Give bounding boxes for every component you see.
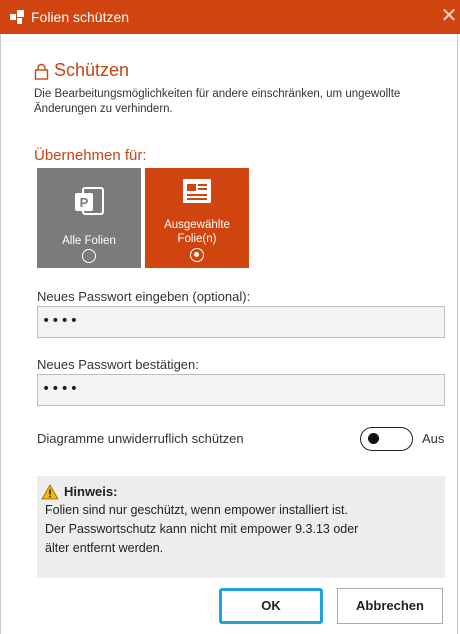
hint-title: Hinweis: [64, 484, 118, 499]
hint-line: Der Passwortschutz kann nicht mit empowe… [45, 522, 359, 536]
title-bar: Folien schützen ✕ [0, 0, 460, 34]
confirm-password-input[interactable]: •••• [37, 374, 445, 406]
toggle-state-label: Aus [422, 431, 445, 446]
section-heading: Schützen [54, 60, 130, 80]
warning-icon [41, 484, 59, 500]
window-title: Folien schützen [31, 9, 130, 25]
lock-icon [34, 63, 49, 80]
radio-selected-slides[interactable] [190, 248, 204, 262]
hint-line: Folien sind nur geschützt, wenn empower … [45, 503, 348, 517]
tile-selected-slides[interactable]: Ausgewählte Folie(n) [145, 168, 249, 268]
toggle-knob [368, 433, 379, 444]
tile-selected-label-line2: Folie(n) [177, 233, 217, 245]
new-password-input[interactable]: •••• [37, 306, 445, 338]
radio-all-slides[interactable] [82, 249, 96, 263]
tile-selected-label-line1: Ausgewählte [164, 219, 230, 231]
section-description: Die Bearbeitungsmöglichkeiten für andere… [34, 88, 401, 115]
tile-all-slides-label: Alle Folien [62, 235, 116, 247]
slide-icon [183, 179, 211, 203]
new-password-label: Neues Passwort eingeben (optional): [37, 289, 251, 304]
close-icon[interactable]: ✕ [438, 4, 460, 28]
hint-box: Hinweis: Folien sind nur geschützt, wenn… [37, 476, 445, 578]
confirm-password-label: Neues Passwort bestätigen: [37, 357, 199, 372]
powerpoint-icon: P [75, 187, 104, 215]
protect-charts-toggle[interactable] [360, 427, 413, 451]
apply-label: Übernehmen für: [34, 147, 147, 164]
cancel-button[interactable]: Abbrechen [337, 588, 443, 624]
protect-charts-label: Diagramme unwiderruflich schützen [37, 431, 244, 446]
app-icon [10, 10, 24, 24]
svg-text:P: P [80, 195, 89, 210]
ok-button[interactable]: OK [219, 588, 323, 624]
tile-all-slides[interactable]: P Alle Folien [37, 168, 141, 268]
hint-line: älter entfernt werden. [45, 541, 164, 555]
